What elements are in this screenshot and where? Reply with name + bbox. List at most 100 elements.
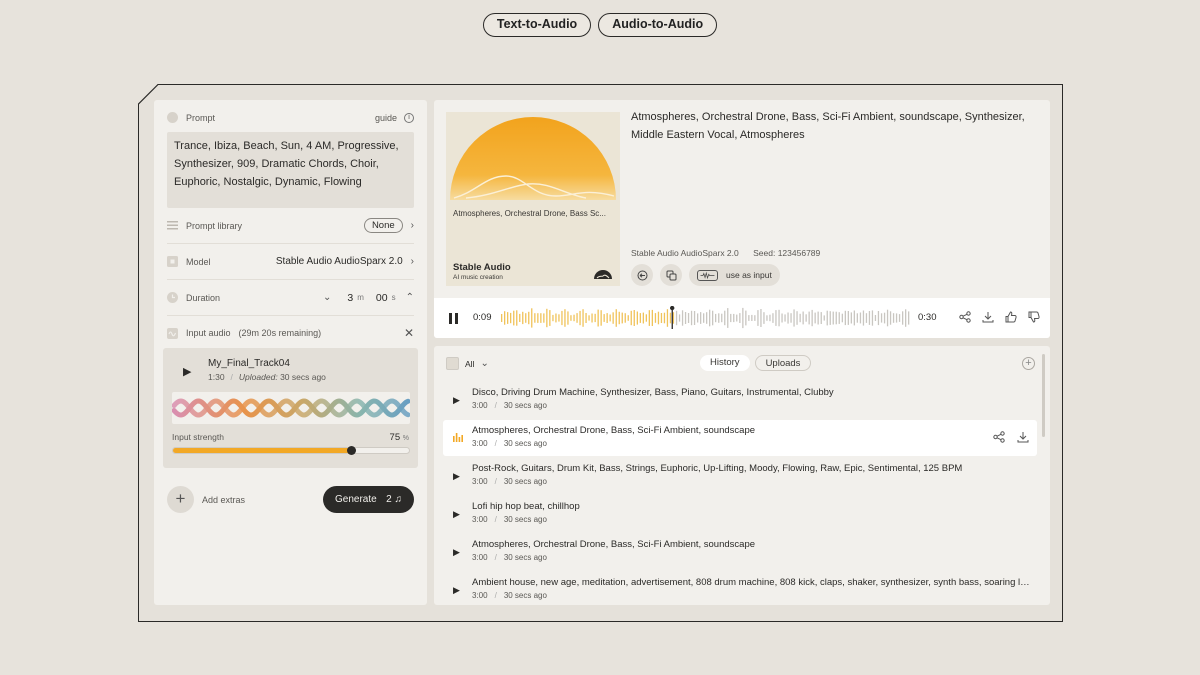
download-icon[interactable] <box>982 311 994 323</box>
playhead-handle[interactable] <box>670 306 675 311</box>
pause-icon[interactable] <box>449 313 459 324</box>
waveform-bar <box>817 311 819 325</box>
reuse-settings-button[interactable] <box>631 264 653 286</box>
history-item-meta: 3:00/30 secs ago <box>472 401 547 410</box>
waveform-bar <box>766 315 768 321</box>
input-strength-slider[interactable] <box>172 446 410 455</box>
waveform-bar <box>543 313 545 323</box>
prompt-library-value: None <box>363 218 403 233</box>
waveform-bar <box>579 310 581 326</box>
waveform-bar <box>516 310 518 326</box>
tab-uploads[interactable]: Uploads <box>754 355 812 371</box>
waveform-bar <box>561 310 563 326</box>
waveform-bar <box>528 311 530 325</box>
history-panel: All ⌄ History Uploads + ▶ Disco, Driving … <box>434 346 1050 605</box>
share-icon[interactable] <box>993 431 1005 443</box>
waveform-bar <box>663 312 666 324</box>
list-item[interactable]: ▶ Disco, Driving Drum Machine, Synthesize… <box>443 382 1037 418</box>
scrollbar[interactable] <box>1042 354 1045 437</box>
share-icon[interactable] <box>959 311 971 323</box>
waveform-bar <box>678 314 681 322</box>
info-icon[interactable]: i <box>404 112 414 123</box>
prompt-library-row[interactable]: Prompt library None › <box>167 208 414 244</box>
guide-link[interactable]: guide i <box>375 112 414 123</box>
album-art-graphic <box>450 117 616 200</box>
time-current: 0:09 <box>473 312 492 323</box>
history-item-age: 30 secs ago <box>503 401 547 410</box>
add-icon[interactable]: + <box>1022 357 1035 370</box>
input-track-name: My_Final_Track04 <box>208 358 290 369</box>
waveform-bar <box>570 315 572 321</box>
duration-seconds[interactable]: 00 <box>376 292 388 304</box>
generate-button[interactable]: Generate 2 ♫ <box>323 486 414 513</box>
filter-dropdown[interactable]: All ⌄ <box>446 357 489 370</box>
waveform-bar <box>585 313 587 323</box>
add-extras[interactable]: + Add extras <box>167 486 245 513</box>
chevron-up-icon[interactable]: ⌃ <box>406 292 414 303</box>
plus-icon[interactable]: + <box>167 486 194 513</box>
play-icon[interactable]: ▶ <box>453 585 460 596</box>
prompt-input[interactable]: Trance, Ibiza, Beach, Sun, 4 AM, Progres… <box>167 132 414 208</box>
list-item[interactable]: ▶ Post-Rock, Guitars, Drum Kit, Bass, Str… <box>443 458 1037 494</box>
history-item-meta: 3:00/30 secs ago <box>472 553 547 562</box>
play-icon[interactable]: ▶ <box>453 509 460 520</box>
waveform-bar <box>552 314 554 322</box>
waveform-bar <box>618 311 620 325</box>
tab-text-to-audio[interactable]: Text-to-Audio <box>482 13 592 37</box>
waveform-bar <box>844 310 846 326</box>
tab-audio-to-audio[interactable]: Audio-to-Audio <box>598 13 718 37</box>
use-as-input-button[interactable]: use as input <box>689 264 780 286</box>
waveform-bar <box>697 313 699 323</box>
waveform-bar <box>636 311 638 325</box>
waveform-bar <box>865 313 868 323</box>
waveform-bar <box>540 313 542 323</box>
list-item[interactable]: Atmospheres, Orchestral Drone, Bass, Sci… <box>443 420 1037 456</box>
play-icon[interactable]: ▶ <box>183 365 191 378</box>
waveform-bar <box>808 311 810 325</box>
waveform-bar <box>718 313 720 323</box>
input-strength-handle[interactable] <box>346 446 356 455</box>
album-art: Atmospheres, Orchestral Drone, Bass Sc..… <box>446 112 620 286</box>
history-item-title: Lofi hip hop beat, chillhop <box>472 501 580 512</box>
waveform-bar <box>859 312 862 324</box>
play-icon[interactable]: ▶ <box>453 395 460 406</box>
input-audio-header: Input audio (29m 20s remaining) ✕ <box>167 326 414 340</box>
filter-checkbox[interactable] <box>446 357 459 370</box>
thumbs-up-icon[interactable] <box>1005 311 1017 323</box>
waveform-bar <box>802 311 804 325</box>
thumbs-down-icon[interactable] <box>1028 311 1040 323</box>
input-strength-fill <box>173 448 352 453</box>
waveform-bar <box>519 313 521 322</box>
duration-minutes[interactable]: 3 <box>347 292 353 304</box>
playhead[interactable] <box>671 307 673 329</box>
music-note-icon: ♫ <box>394 494 403 505</box>
waveform-bar <box>823 315 825 321</box>
download-icon[interactable] <box>1017 431 1029 443</box>
tab-history[interactable]: History <box>700 355 750 371</box>
history-item-duration: 3:00 <box>472 553 488 562</box>
history-item-age: 30 secs ago <box>503 591 547 600</box>
list-item[interactable]: ▶ Lofi hip hop beat, chillhop 3:00/30 secs… <box>443 496 1037 532</box>
input-waveform[interactable] <box>172 392 410 424</box>
model-row[interactable]: Model Stable Audio AudioSparx 2.0 › <box>167 244 414 280</box>
chevron-down-icon[interactable]: ⌄ <box>323 292 331 303</box>
chevron-right-icon: › <box>410 220 414 231</box>
waveform-bar <box>850 312 852 324</box>
list-item[interactable]: ▶ Ambient house, new age, meditation, adv… <box>443 572 1037 605</box>
duration-seconds-unit: s <box>391 293 396 302</box>
input-waveform-graphic <box>172 398 410 418</box>
copy-button[interactable] <box>660 264 682 286</box>
main-waveform[interactable] <box>500 306 910 330</box>
generate-count: 2 <box>386 494 392 505</box>
list-item[interactable]: ▶ Atmospheres, Orchestral Drone, Bass, Sc… <box>443 534 1037 570</box>
close-icon[interactable]: ✕ <box>404 326 414 340</box>
history-item-title: Atmospheres, Orchestral Drone, Bass, Sci… <box>472 539 756 550</box>
waveform-bar <box>908 311 910 325</box>
waveform-bar <box>880 313 883 323</box>
play-icon[interactable]: ▶ <box>453 471 460 482</box>
history-item-duration: 3:00 <box>472 401 488 410</box>
waveform-bar <box>669 312 672 324</box>
stable-audio-logo-icon <box>594 270 612 279</box>
play-icon[interactable]: ▶ <box>453 547 460 558</box>
waveform-bar <box>709 309 711 327</box>
